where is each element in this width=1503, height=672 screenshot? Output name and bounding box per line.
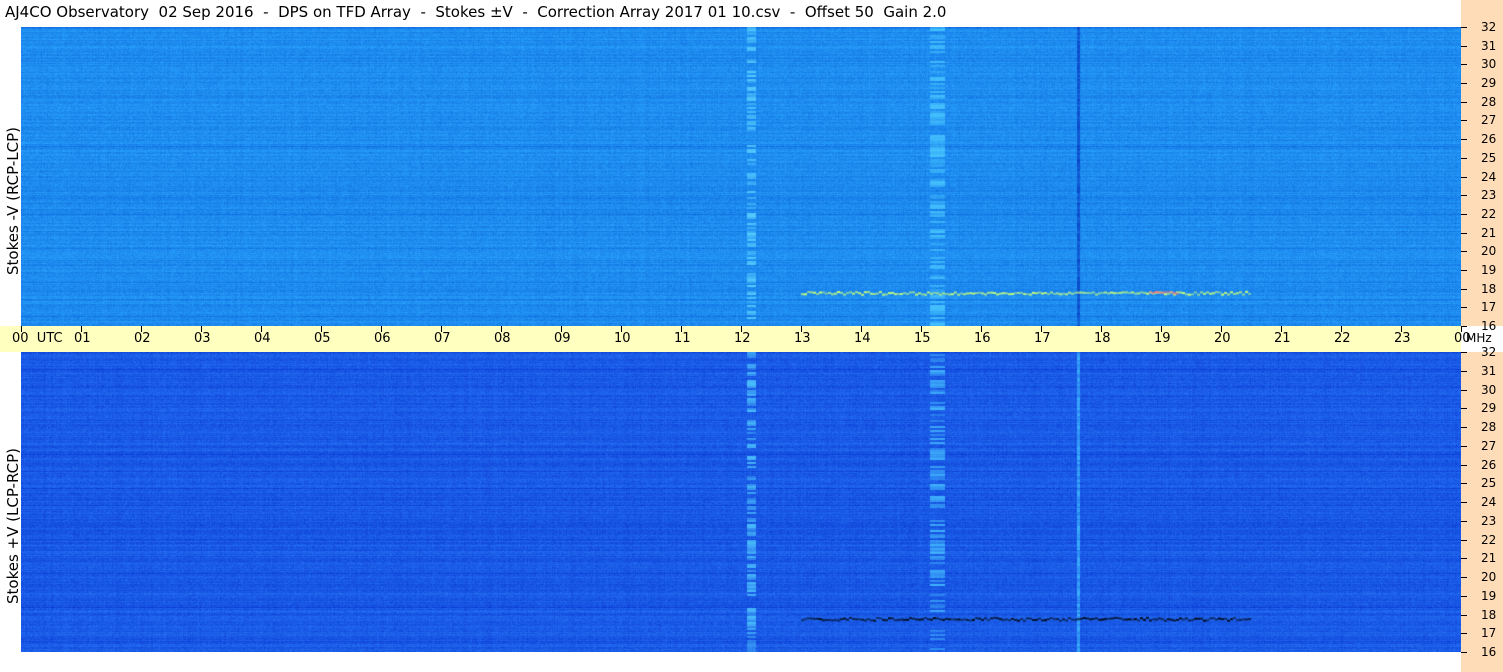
freq-tick [1461,390,1467,391]
freq-tick-label: 25 [1481,151,1497,165]
spectrogram-top [21,27,1461,326]
freq-tick-label: 24 [1481,495,1497,509]
y-axis-label-top: Stokes -V (RCP-LCP) [4,127,22,275]
time-tick-label: 23 [1394,331,1411,346]
freq-tick-label: 26 [1481,132,1497,146]
chart-title: AJ4CO Observatory 02 Sep 2016 - DPS on T… [5,3,947,21]
freq-tick [1461,120,1467,121]
time-tick-label: 16 [974,331,991,346]
freq-tick-label: 17 [1481,626,1497,640]
time-tick-label: 09 [554,331,571,346]
freq-tick-label: 30 [1481,383,1497,397]
freq-tick-label: 32 [1481,345,1497,359]
freq-tick [1461,427,1467,428]
freq-tick-label: 32 [1481,20,1497,34]
freq-tick-label: 25 [1481,476,1497,490]
freq-tick [1461,521,1467,522]
freq-tick [1461,540,1467,541]
freq-tick-label: 30 [1481,57,1497,71]
freq-tick-label: 31 [1481,39,1497,53]
freq-tick [1461,139,1467,140]
freq-tick [1461,408,1467,409]
freq-tick [1461,558,1467,559]
freq-tick [1461,177,1467,178]
freq-tick [1461,102,1467,103]
time-tick-label: 11 [674,331,691,346]
freq-tick-label: 29 [1481,76,1497,90]
time-tick-label: 19 [1154,331,1171,346]
freq-tick-label: 20 [1481,570,1497,584]
freq-tick [1461,289,1467,290]
freq-tick-label: 17 [1481,300,1497,314]
time-tick-label: 13 [794,331,811,346]
time-tick-label: 22 [1334,331,1351,346]
time-tick-label: 12 [734,331,751,346]
freq-tick-label: 19 [1481,589,1497,603]
time-tick-label: 07 [434,331,451,346]
freq-tick-label: 26 [1481,458,1497,472]
freq-tick-label: 28 [1481,95,1497,109]
freq-tick [1461,465,1467,466]
freq-tick [1461,615,1467,616]
freq-tick [1461,633,1467,634]
time-tick-label: 18 [1094,331,1111,346]
freq-tick [1461,483,1467,484]
freq-tick [1461,502,1467,503]
freq-tick-label: 27 [1481,439,1497,453]
freq-tick [1461,307,1467,308]
time-tick-label: 00 UTC [12,331,63,346]
time-tick-label: 02 [134,331,151,346]
freq-tick-label: 18 [1481,608,1497,622]
freq-tick-label: 23 [1481,514,1497,528]
freq-tick [1461,46,1467,47]
freq-tick-label: 21 [1481,226,1497,240]
freq-tick-label: 21 [1481,551,1497,565]
time-tick-label: 01 [74,331,91,346]
freq-tick-label: 27 [1481,113,1497,127]
freq-tick [1461,214,1467,215]
time-tick-label: 04 [254,331,271,346]
freq-tick [1461,195,1467,196]
freq-tick [1461,352,1467,353]
time-axis: 00 UTC 01 02 03 04 05 06 07 08 09 10 11 12 13 14 15 16 17… [0,326,1471,352]
time-tick-label: 14 [854,331,871,346]
time-tick-label: 05 [314,331,331,346]
freq-tick-label: 23 [1481,188,1497,202]
time-tick-label: 17 [1034,331,1051,346]
freq-tick-label: 22 [1481,533,1497,547]
time-tick-label: 03 [194,331,211,346]
freq-tick-label: 18 [1481,282,1497,296]
freq-tick [1461,270,1467,271]
frequency-unit-label: MHz [1466,331,1492,345]
time-tick-label: 10 [614,331,631,346]
time-tick-label: 15 [914,331,931,346]
freq-tick-label: 19 [1481,263,1497,277]
freq-tick [1461,27,1467,28]
time-tick-label: 21 [1274,331,1291,346]
freq-tick [1461,158,1467,159]
freq-tick-label: 16 [1481,645,1497,659]
frequency-axis-top: 16 17 18 19 20 21 22 23 24 25 26 27 28 29 30 31 32 [1461,0,1503,333]
freq-tick [1461,83,1467,84]
freq-tick-label: 20 [1481,244,1497,258]
freq-tick-label: 31 [1481,364,1497,378]
freq-tick [1461,652,1467,653]
frequency-axis-bottom: 16 17 18 19 20 21 22 23 24 25 26 27 28 29 30 31 32 [1461,345,1503,672]
freq-tick [1461,446,1467,447]
freq-tick [1461,577,1467,578]
freq-tick-label: 29 [1481,401,1497,415]
freq-tick [1461,233,1467,234]
freq-tick-label: 28 [1481,420,1497,434]
time-tick-label: 06 [374,331,391,346]
spectrogram-bottom [21,352,1461,652]
time-tick-label: 20 [1214,331,1231,346]
freq-tick [1461,251,1467,252]
freq-tick-label: 22 [1481,207,1497,221]
time-tick-label: 08 [494,331,511,346]
freq-tick [1461,64,1467,65]
freq-tick [1461,596,1467,597]
freq-tick-label: 24 [1481,170,1497,184]
freq-tick [1461,371,1467,372]
y-axis-label-bottom: Stokes +V (LCP-RCP) [4,448,22,604]
